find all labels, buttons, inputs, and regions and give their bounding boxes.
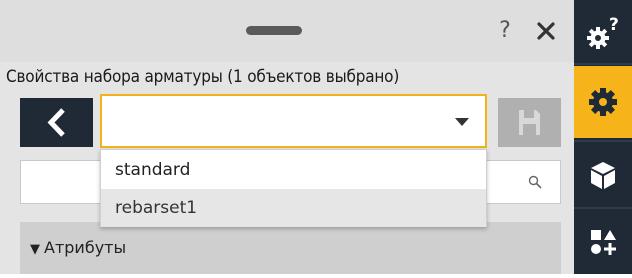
properties-panel: ? Свойства набора арматуры (1 объектов в…: [0, 0, 574, 274]
chevron-left-icon: [47, 108, 65, 137]
dropdown-option-standard[interactable]: standard: [101, 151, 486, 189]
toolbar-divider: [574, 63, 632, 65]
drag-handle[interactable]: [246, 26, 302, 35]
attributes-label: Атрибуты: [44, 238, 127, 257]
rebar-set-select[interactable]: [100, 94, 487, 148]
gear-icon: [589, 88, 617, 116]
panel-title-bar: ?: [0, 0, 574, 62]
search-icon: [528, 175, 542, 189]
svg-text:?: ?: [609, 15, 619, 35]
attributes-section: ▼ Атрибуты: [20, 222, 561, 274]
back-button[interactable]: [20, 98, 93, 147]
model-view-button[interactable]: [574, 144, 632, 206]
side-toolbar: ?: [574, 0, 632, 274]
panel-title: Свойства набора арматуры (1 объектов выб…: [6, 67, 400, 87]
close-icon[interactable]: [532, 17, 560, 45]
settings-button[interactable]: [574, 66, 632, 138]
dropdown-list: standard rebarset1: [100, 149, 487, 227]
help-settings-button[interactable]: ?: [574, 0, 632, 62]
toolbar-divider: [574, 140, 632, 142]
help-button[interactable]: ?: [493, 16, 517, 46]
add-shapes-button[interactable]: [574, 210, 632, 274]
chevron-down-icon: [455, 118, 469, 126]
cube-icon: [591, 162, 615, 189]
save-button[interactable]: [498, 98, 561, 147]
dropdown-option-rebarset1[interactable]: rebarset1: [101, 189, 486, 227]
gear-question-icon: ?: [587, 15, 619, 49]
save-icon: [519, 110, 540, 135]
attributes-toggle[interactable]: ▼ Атрибуты: [30, 236, 126, 262]
toolbar-divider: [574, 207, 632, 209]
triangle-down-icon: ▼: [30, 242, 40, 257]
shapes-plus-icon: [591, 230, 616, 255]
